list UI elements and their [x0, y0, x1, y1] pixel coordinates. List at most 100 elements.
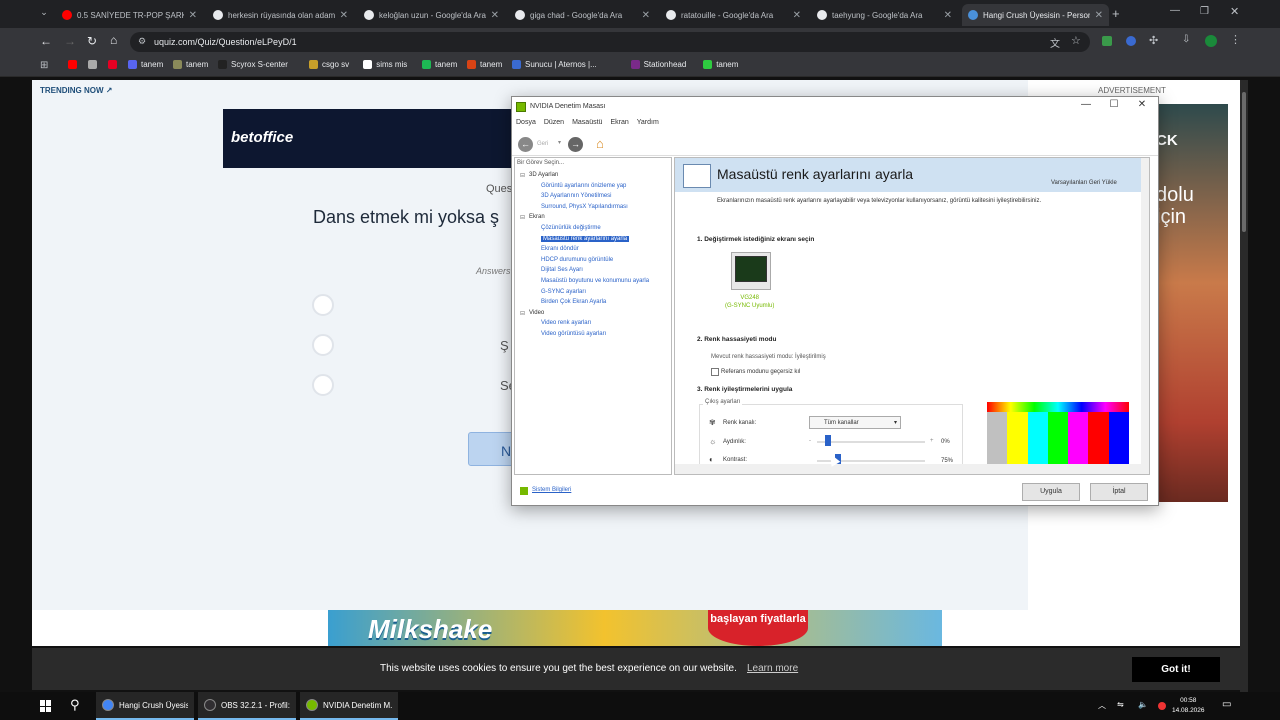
bookmark-item[interactable]: tanem — [703, 60, 738, 69]
bookmark-item[interactable] — [68, 60, 81, 69]
notifications-icon[interactable]: ▭ — [1222, 699, 1231, 710]
search-icon[interactable]: ⚲ — [70, 697, 80, 713]
translate-icon[interactable]: 文 — [1050, 35, 1060, 50]
override-label[interactable]: Referans modunu geçersiz kıl — [721, 369, 800, 375]
tab[interactable]: herkesin rüyasında olan adam ✕ — [207, 4, 354, 26]
record-icon[interactable] — [1158, 702, 1166, 710]
page-scroll-thumb[interactable] — [1242, 92, 1246, 232]
windows-start-icon[interactable] — [40, 700, 52, 712]
bookmark-item[interactable]: tanem — [173, 60, 208, 69]
answer-checkbox[interactable] — [312, 334, 334, 356]
tree-collapse-icon[interactable]: ⊟ — [520, 172, 525, 179]
tree-item[interactable]: Birden Çok Ekran Ayarla — [541, 299, 606, 305]
network-icon[interactable]: ⇋ — [1117, 700, 1124, 709]
tab[interactable]: ratatouille - Google'da Ara ✕ — [660, 4, 807, 26]
minimize-browser-button[interactable]: — — [1170, 5, 1180, 16]
taskbar-app[interactable]: OBS 32.2.1 - Profil: I... — [198, 692, 296, 720]
tab-close-icon[interactable]: ✕ — [642, 10, 650, 21]
bookmark-item[interactable]: csgo sv — [309, 60, 349, 69]
tab[interactable]: taehyung - Google'da Ara ✕ — [811, 4, 958, 26]
tree-item[interactable]: 3D Ayarlarının Yönetilmesi — [541, 193, 611, 199]
override-checkbox[interactable] — [711, 368, 719, 376]
tab-close-icon[interactable]: ✕ — [1095, 10, 1103, 21]
menu-item[interactable]: Düzen — [544, 119, 564, 131]
answer-checkbox[interactable] — [312, 374, 334, 396]
close-button[interactable]: ✕ — [1130, 99, 1154, 110]
apply-button[interactable]: Uygula — [1022, 483, 1080, 501]
restore-browser-button[interactable]: ❐ — [1200, 6, 1209, 17]
extension-icon[interactable] — [1126, 36, 1136, 46]
tab[interactable]: 0.5 SANİYEDE TR-POP ŞARKISI ✕ — [56, 4, 203, 26]
tree-item[interactable]: G-SYNC ayarları — [541, 289, 586, 295]
forward-arrow-icon[interactable]: → — [568, 137, 583, 152]
close-browser-button[interactable]: ✕ — [1230, 5, 1239, 18]
tree-item[interactable]: HDCP durumunu görüntüle — [541, 257, 613, 263]
system-info-link[interactable]: Sistem Bilgileri — [532, 487, 571, 493]
tree-item[interactable]: Video renk ayarları — [541, 320, 591, 326]
tree-item[interactable]: Ekranı döndür — [541, 246, 579, 252]
apps-grid-icon[interactable]: ⊞ — [40, 60, 48, 71]
forward-icon[interactable]: → — [64, 34, 76, 48]
cancel-button[interactable]: İptal — [1090, 483, 1148, 501]
tab[interactable]: keloğlan uzun - Google'da Ara ✕ — [358, 4, 505, 26]
brightness-slider[interactable] — [817, 441, 925, 443]
tree-item[interactable]: Dijital Ses Ayarı — [541, 267, 583, 273]
home-icon[interactable]: ⌂ — [596, 136, 604, 151]
bookmark-item[interactable]: sims mis — [363, 60, 407, 69]
bookmark-item[interactable]: tanem — [467, 60, 502, 69]
tab-close-icon[interactable]: ✕ — [944, 10, 952, 21]
bookmark-item[interactable]: tanem — [128, 60, 163, 69]
menu-item[interactable]: Dosya — [516, 119, 536, 131]
milkshake-ad-banner[interactable]: Milkshake başlayan fiyatlarla — [328, 610, 942, 646]
bookmark-item[interactable] — [88, 60, 101, 69]
tab-close-icon[interactable]: ✕ — [340, 10, 348, 21]
learn-more-link[interactable]: Learn more — [747, 663, 798, 674]
tree-collapse-icon[interactable]: ⊟ — [520, 310, 525, 317]
home-icon[interactable]: ⌂ — [110, 33, 117, 47]
address-bar[interactable]: ⚙ uquiz.com/Quiz/Question/eLPeyD/1 — [130, 32, 1090, 52]
tree-item[interactable]: Görüntü ayarlarını önizleme yap — [541, 183, 626, 189]
site-info-icon[interactable]: ⚙ — [138, 36, 146, 47]
profile-avatar[interactable] — [1205, 35, 1217, 47]
volume-icon[interactable]: 🔈 — [1138, 700, 1148, 709]
bookmark-item[interactable]: Scyrox S-center — [218, 60, 288, 69]
vertical-scrollbar[interactable] — [1141, 158, 1149, 464]
got-it-button[interactable]: Got it! — [1132, 657, 1220, 682]
menu-item[interactable]: Masaüstü — [572, 119, 602, 131]
tree-item[interactable]: Masaüstü boyutunu ve konumunu ayarla — [541, 278, 649, 284]
tree-item[interactable]: Video görüntüsü ayarları — [541, 331, 606, 337]
tree-category[interactable]: Video — [529, 310, 544, 316]
bookmark-item[interactable]: tanem — [422, 60, 457, 69]
monitor-icon[interactable] — [731, 252, 771, 290]
horizontal-scrollbar[interactable] — [675, 464, 1149, 474]
system-clock[interactable]: 00:58 14.08.2026 — [1172, 696, 1205, 716]
new-tab-button[interactable]: + — [1112, 6, 1120, 21]
tray-chevron-icon[interactable]: ︿ — [1098, 700, 1106, 711]
extension-icon[interactable] — [1102, 36, 1112, 46]
answer-checkbox[interactable] — [312, 294, 334, 316]
reload-icon[interactable]: ↻ — [87, 34, 97, 48]
downloads-icon[interactable]: ⇩ — [1182, 34, 1190, 45]
tree-item[interactable]: Masaüstü renk ayarlarını ayarla — [541, 235, 630, 242]
tab-close-icon[interactable]: ✕ — [793, 10, 801, 21]
bookmark-star-icon[interactable]: ☆ — [1071, 34, 1081, 47]
back-arrow-icon[interactable]: ← — [518, 137, 533, 152]
tab[interactable]: Hangi Crush Üyesisin - Persona ✕ — [962, 4, 1109, 26]
tree-item[interactable]: Çözünürlük değiştirme — [541, 225, 601, 231]
taskbar-app[interactable]: Hangi Crush Üyesis... — [96, 692, 194, 720]
back-label[interactable]: Geri — [537, 141, 548, 147]
trending-label[interactable]: TRENDING NOW ↗ — [40, 86, 113, 95]
bookmark-item[interactable]: Sunucu | Aternos |... — [512, 60, 597, 69]
tab-search-button[interactable]: ⌄ — [36, 7, 52, 21]
monitor-label[interactable]: VG248 (G-SYNC Uyumlu) — [725, 294, 774, 310]
taskbar-app[interactable]: NVIDIA Denetim M... — [300, 692, 398, 720]
tree-collapse-icon[interactable]: ⊟ — [520, 214, 525, 221]
extensions-puzzle-icon[interactable]: ✣ — [1149, 34, 1158, 47]
menu-item[interactable]: Yardım — [637, 119, 659, 131]
ad-banner-betoffice[interactable]: betoffice — [223, 109, 523, 168]
menu-item[interactable]: Ekran — [610, 119, 628, 131]
tab-close-icon[interactable]: ✕ — [189, 10, 197, 21]
back-icon[interactable]: ← — [40, 34, 52, 48]
maximize-button[interactable]: ☐ — [1102, 99, 1126, 110]
tree-category[interactable]: Ekran — [529, 214, 545, 220]
